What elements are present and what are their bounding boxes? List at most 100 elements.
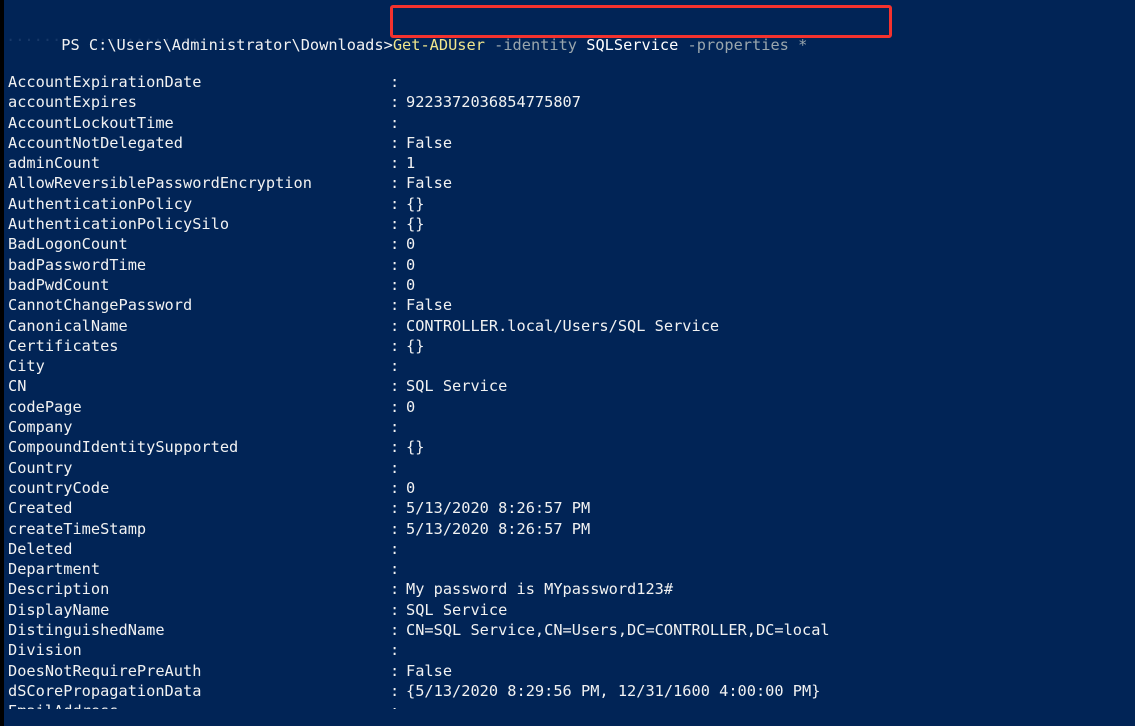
property-value: 0 <box>406 478 416 497</box>
property-name: AccountExpirationDate <box>8 73 202 91</box>
property-name: Country <box>8 458 73 477</box>
property-name: Description <box>8 580 110 599</box>
property-separator: : <box>390 478 400 497</box>
property-name: DisplayName <box>8 600 110 619</box>
property-row: CompoundIdentitySupported: {} <box>6 437 1135 457</box>
property-row: AccountExpirationDate: <box>6 72 1135 92</box>
property-row: Certificates: {} <box>6 336 1135 356</box>
property-separator: : <box>390 438 400 457</box>
property-row: DisplayName: SQL Service <box>6 600 1135 620</box>
property-name: AllowReversiblePasswordEncryption <box>8 174 312 193</box>
property-row: accountExpires:9223372036854775807 <box>6 92 1135 112</box>
property-separator: : <box>390 357 400 376</box>
property-value: 0 <box>406 275 416 294</box>
property-value: CONTROLLER.local/Users/SQL Service <box>406 316 720 335</box>
property-name: Division <box>8 641 82 660</box>
property-name: AuthenticationPolicySilo <box>8 215 230 234</box>
property-separator: : <box>390 641 400 660</box>
property-name: Department <box>8 560 101 579</box>
property-value: False <box>406 174 453 193</box>
property-name: AuthenticationPolicy <box>8 194 193 213</box>
property-row: codePage:0 <box>6 397 1135 417</box>
property-row: AccountLockoutTime: <box>6 113 1135 133</box>
property-value: {5/13/2020 8:29:56 PM, 12/31/1600 4:00:0… <box>406 681 821 700</box>
property-row: badPasswordTime:0 <box>6 255 1135 275</box>
property-name: dSCorePropagationData <box>8 681 202 700</box>
property-row: CanonicalName: CONTROLLER.local/Users/SQL… <box>6 316 1135 336</box>
property-value: My password is MYpassword123# <box>406 580 674 599</box>
property-name: Company <box>8 418 73 437</box>
property-separator: : <box>390 73 400 91</box>
property-name: CanonicalName <box>8 316 128 335</box>
property-row: CannotChangePassword: False <box>6 295 1135 315</box>
console-output-area[interactable]: PS C:\Users\Administrator\Downloads>Get-… <box>4 0 1135 726</box>
property-row: BadLogonCount:0 <box>6 234 1135 254</box>
property-name: DistinguishedName <box>8 621 165 640</box>
property-value: {} <box>406 194 425 213</box>
property-separator: : <box>390 93 400 112</box>
property-separator: : <box>390 336 400 355</box>
property-value: 1 <box>406 154 416 173</box>
property-name: CannotChangePassword <box>8 296 193 315</box>
property-row: badPwdCount:0 <box>6 275 1135 295</box>
property-row: createTimeStamp:5/13/2020 8:26:57 PM <box>6 519 1135 539</box>
property-separator: : <box>390 235 400 254</box>
property-name: City <box>8 357 45 376</box>
red-highlight-rectangle <box>390 5 892 38</box>
property-row: Company: <box>6 417 1135 437</box>
property-value: False <box>406 661 453 680</box>
property-separator: : <box>390 661 400 680</box>
powershell-console-window[interactable]: PS C:\Users\Administrator\Downloads>Get-… <box>0 0 1135 726</box>
property-name: codePage <box>8 397 82 416</box>
property-separator: : <box>390 174 400 193</box>
property-row: Department: <box>6 559 1135 579</box>
property-value: False <box>406 133 453 152</box>
property-name: AccountLockoutTime <box>8 113 174 132</box>
property-separator: : <box>390 377 400 396</box>
property-separator: : <box>390 621 400 640</box>
property-row: Description: My password is MYpassword123… <box>6 579 1135 599</box>
property-separator: : <box>390 458 400 477</box>
property-name: countryCode <box>8 478 110 497</box>
scrolled-remnant-line: ........ ............ <box>6 36 1135 58</box>
property-row: adminCount:1 <box>6 153 1135 173</box>
property-separator: : <box>390 397 400 416</box>
property-row: EmailAddress: <box>6 701 1135 709</box>
property-row: DistinguishedName: CN=SQL Service,CN=User… <box>6 620 1135 640</box>
property-name: Certificates <box>8 336 119 355</box>
property-value: {} <box>406 438 425 457</box>
property-separator: : <box>390 519 400 538</box>
property-name: adminCount <box>8 154 101 173</box>
property-separator: : <box>390 560 400 579</box>
property-value: SQL Service <box>406 600 508 619</box>
property-value: 5/13/2020 8:26:57 PM <box>406 499 591 518</box>
property-value: SQL Service <box>406 377 508 396</box>
property-separator: : <box>390 255 400 274</box>
property-name: AccountNotDelegated <box>8 133 183 152</box>
property-separator: : <box>390 154 400 173</box>
property-row: Deleted: <box>6 539 1135 559</box>
property-separator: : <box>390 275 400 294</box>
property-separator: : <box>390 133 400 152</box>
property-separator: : <box>390 316 400 335</box>
property-row: dSCorePropagationData: {5/13/2020 8:29:56… <box>6 681 1135 701</box>
property-name: Created <box>8 499 73 518</box>
property-separator: : <box>390 499 400 518</box>
property-row: AccountNotDelegated: False <box>6 133 1135 153</box>
property-value: 9223372036854775807 <box>406 93 581 112</box>
scrolled-remnant-text: ........ ............ <box>6 36 200 45</box>
property-name: BadLogonCount <box>8 235 128 254</box>
property-row: AllowReversiblePasswordEncryption: False <box>6 173 1135 193</box>
property-value: 5/13/2020 8:26:57 PM <box>406 519 591 538</box>
property-name: EmailAddress <box>8 701 119 709</box>
property-row: AuthenticationPolicySilo: {} <box>6 214 1135 234</box>
property-row: Created:5/13/2020 8:26:57 PM <box>6 498 1135 518</box>
property-separator: : <box>390 296 400 315</box>
property-separator: : <box>390 580 400 599</box>
property-value: 0 <box>406 235 416 254</box>
property-row: countryCode:0 <box>6 478 1135 498</box>
property-name: badPwdCount <box>8 275 110 294</box>
property-separator: : <box>390 539 400 558</box>
property-value: 0 <box>406 255 416 274</box>
